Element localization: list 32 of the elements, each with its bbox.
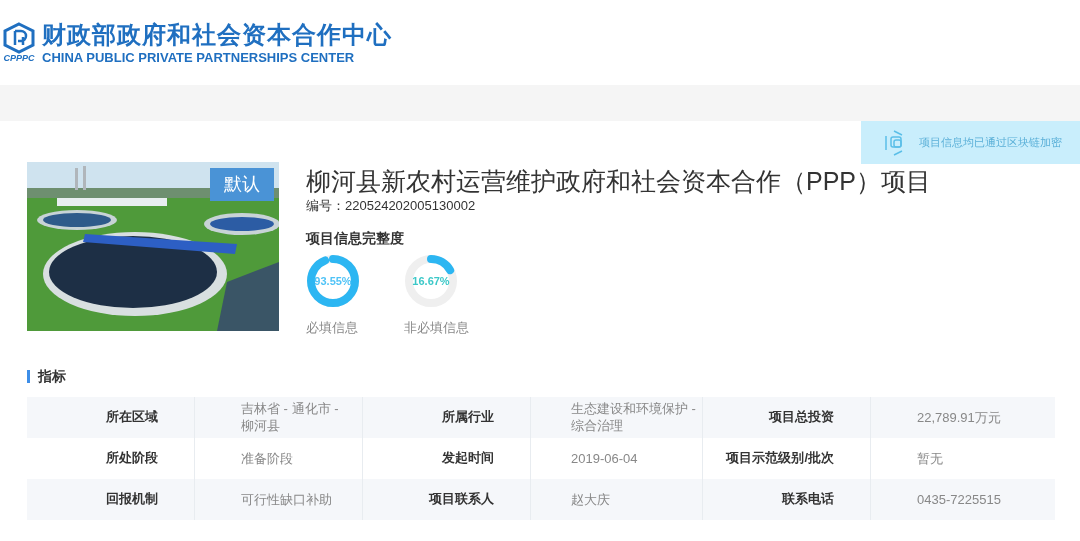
donut-label: 非必填信息 bbox=[404, 319, 469, 337]
field-value: 0435-7225515 bbox=[917, 490, 1001, 508]
site-subtitle: CHINA PUBLIC PRIVATE PARTNERSHIPS CENTER bbox=[42, 49, 356, 66]
section-title: 指标 bbox=[38, 366, 66, 386]
section-marker bbox=[27, 369, 30, 383]
field-value: 2019-06-04 bbox=[571, 449, 638, 467]
field-value: 准备阶段 bbox=[241, 449, 293, 467]
project-code: 编号：220524202005130002 bbox=[306, 197, 477, 215]
logo-text: CPPPC bbox=[3, 54, 35, 63]
field-value: 暂无 bbox=[917, 449, 943, 467]
field-label: 项目总投资 bbox=[769, 408, 834, 427]
field-value: 生态建设和环境保护 - 综合治理 bbox=[571, 400, 697, 434]
field-label: 项目联系人 bbox=[429, 490, 494, 509]
field-value: 22,789.91万元 bbox=[917, 408, 1001, 426]
completeness-title: 项目信息完整度 bbox=[306, 229, 405, 248]
field-label: 所处阶段 bbox=[106, 449, 158, 468]
field-label: 联系电话 bbox=[782, 490, 834, 509]
image-badge: 默认 bbox=[210, 168, 274, 201]
donut-label: 必填信息 bbox=[306, 319, 358, 337]
field-value: 可行性缺口补助 bbox=[241, 490, 332, 508]
site-title: 财政部政府和社会资本合作中心 bbox=[42, 19, 392, 50]
notice-text: 项目信息均已通过区块链加密 bbox=[919, 135, 1062, 151]
project-title: 柳河县新农村运营维护政府和社会资本合作（PPP）项目 bbox=[306, 166, 932, 196]
field-label: 所属行业 bbox=[442, 408, 494, 427]
field-label: 发起时间 bbox=[442, 449, 494, 468]
logo-icon bbox=[2, 22, 36, 54]
donut-reading: 16.67% bbox=[412, 274, 450, 288]
field-label: 项目示范级别/批次 bbox=[726, 449, 834, 468]
field-value: 赵大庆 bbox=[571, 490, 610, 508]
field-label: 回报机制 bbox=[106, 490, 158, 509]
field-label: 所在区域 bbox=[106, 408, 158, 427]
field-value: 吉林省 - 通化市 - 柳河县 bbox=[241, 400, 340, 434]
